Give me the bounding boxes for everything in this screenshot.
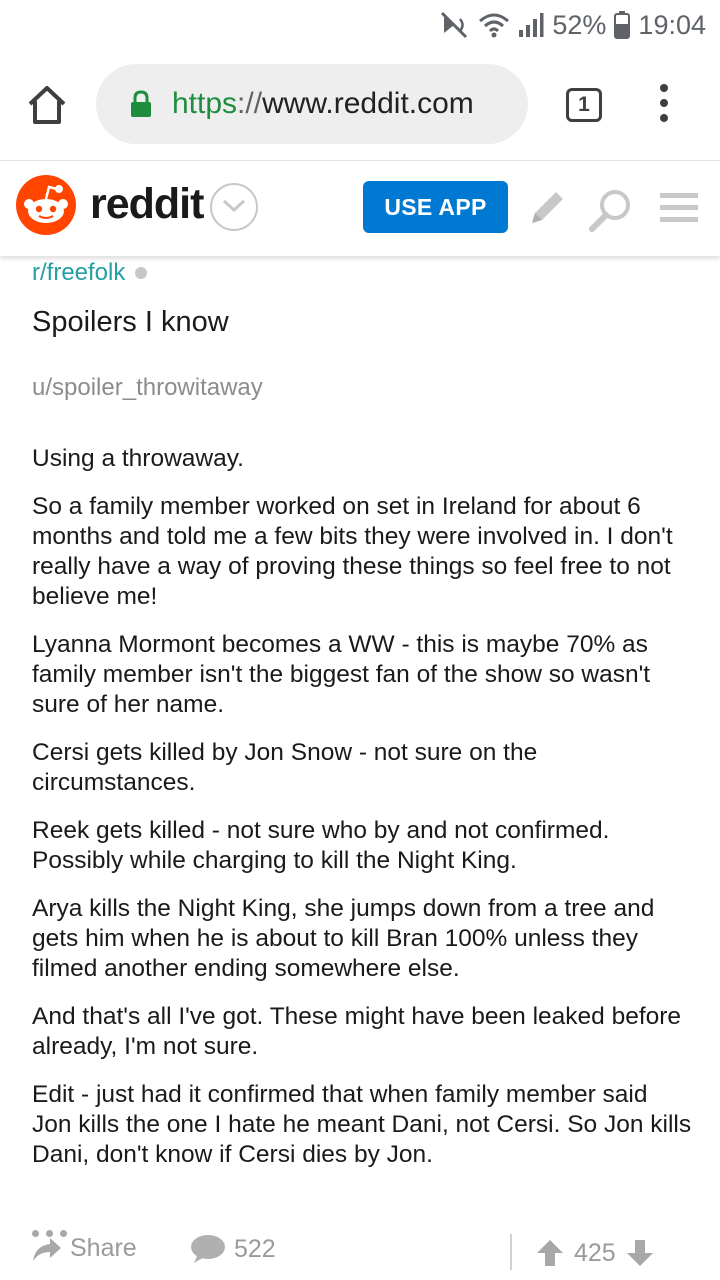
lock-icon (130, 90, 152, 123)
address-bar[interactable]: https://www.reddit.com (96, 64, 528, 144)
post-action-bar: Share 522 425 (32, 1230, 692, 1274)
signal-icon (518, 12, 544, 38)
author-link[interactable]: u/spoiler_throwitaway (32, 374, 263, 402)
post-paragraph: Reek gets killed - not sure who by and n… (32, 817, 610, 874)
hamburger-menu-icon[interactable] (660, 191, 698, 230)
chevron-down-icon (222, 199, 246, 213)
community-dropdown-button[interactable] (210, 183, 258, 231)
battery-percent: 52% (552, 9, 607, 40)
separator-dot (135, 267, 148, 279)
pencil-icon[interactable] (526, 187, 568, 234)
battery-icon (614, 11, 631, 39)
post-paragraph: Arya kills the Night King, she jumps dow… (32, 895, 655, 982)
kebab-dot (660, 99, 668, 107)
browser-toolbar: https://www.reddit.com 1 (0, 50, 720, 160)
browser-menu-button[interactable] (650, 84, 678, 126)
subreddit-link[interactable]: r/freefolk (32, 259, 125, 287)
status-bar: 52% 19:04 (0, 0, 720, 50)
share-button[interactable]: Share (32, 1234, 137, 1263)
comments-button[interactable]: 522 (190, 1234, 276, 1264)
share-icon (33, 1237, 61, 1261)
post-paragraph: So a family member worked on set in Irel… (32, 493, 673, 610)
upvote-arrow-icon[interactable] (536, 1238, 564, 1268)
vote-controls: 425 (536, 1238, 654, 1268)
subreddit-row: r/freefolk (32, 256, 148, 290)
clock: 19:04 (638, 9, 706, 40)
post-paragraph: Using a throwaway. (32, 445, 244, 472)
wifi-icon (478, 12, 510, 38)
use-app-button[interactable]: USE APP (363, 181, 508, 233)
reddit-wordmark[interactable]: reddit (90, 175, 204, 233)
post-paragraph: And that's all I've got. These might hav… (32, 1003, 682, 1060)
kebab-dot (660, 84, 668, 92)
post-paragraph: Cersi gets killed by Jon Snow - not sure… (32, 739, 538, 796)
share-label: Share (70, 1234, 137, 1262)
vote-score: 425 (574, 1238, 616, 1267)
comment-icon (191, 1235, 225, 1263)
divider (510, 1234, 512, 1270)
vibrate-mute-icon (440, 11, 470, 39)
search-icon[interactable] (588, 187, 634, 238)
post-title: Spoilers I know (32, 306, 229, 338)
url-text: https://www.reddit.com (172, 87, 474, 120)
post-paragraph: Edit - just had it confirmed that when f… (32, 1081, 692, 1168)
comment-count: 522 (234, 1234, 276, 1263)
kebab-dot (660, 114, 668, 122)
reddit-header: reddit USE APP (0, 160, 720, 256)
reddit-logo-icon[interactable] (16, 175, 76, 235)
home-button[interactable] (26, 84, 68, 126)
post-body: Using a throwaway. So a family member wo… (32, 444, 692, 1188)
downvote-arrow-icon[interactable] (626, 1238, 654, 1268)
post-paragraph: Lyanna Mormont becomes a WW - this is ma… (32, 631, 651, 718)
tab-switcher-button[interactable]: 1 (566, 88, 602, 122)
home-icon (28, 86, 66, 124)
